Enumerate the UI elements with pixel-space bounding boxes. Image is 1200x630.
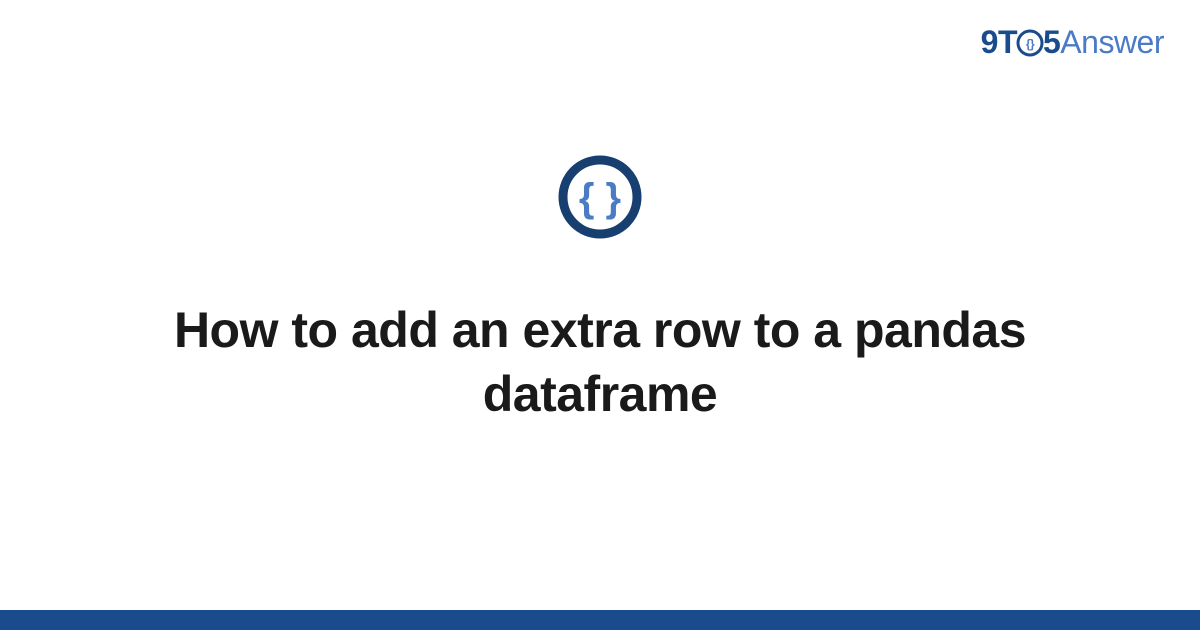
svg-text:{}: {} [1026, 37, 1035, 51]
site-logo[interactable]: 9T {} 5Answer [981, 24, 1164, 61]
svg-text:{ }: { } [579, 176, 621, 220]
logo-text-answer: Answer [1060, 24, 1164, 60]
logo-text-5: 5 [1043, 24, 1060, 60]
main-content: { } How to add an extra row to a pandas … [0, 154, 1200, 426]
logo-text-9t: 9T [981, 24, 1017, 60]
page-title: How to add an extra row to a pandas data… [60, 298, 1140, 426]
code-braces-icon: { } [557, 154, 643, 240]
clock-braces-icon: {} [1015, 28, 1045, 58]
footer-bar [0, 610, 1200, 630]
